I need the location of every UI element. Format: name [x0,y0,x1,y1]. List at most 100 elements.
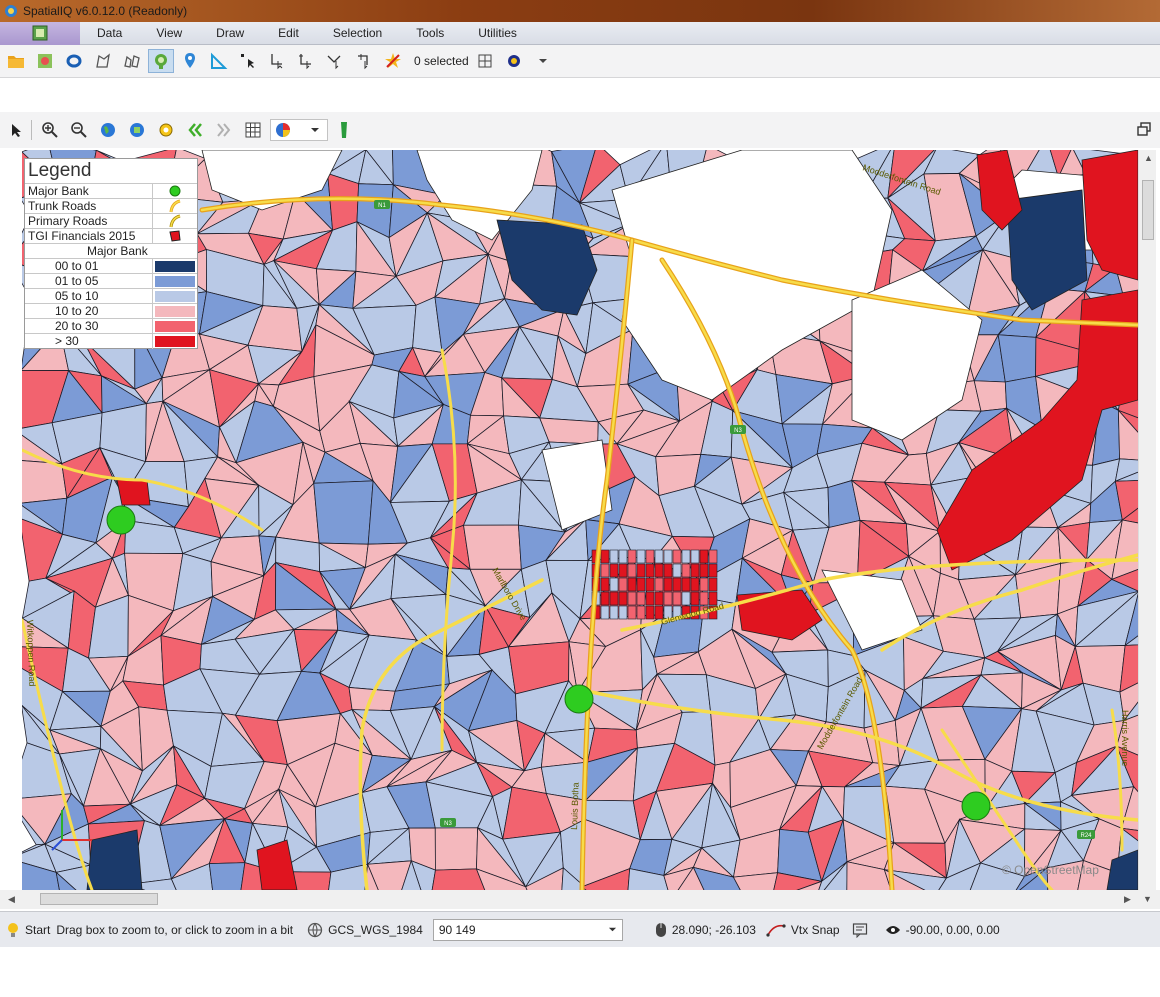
measure-button[interactable] [206,49,232,73]
suburb-polygon[interactable] [699,563,709,578]
suburb-polygon[interactable] [609,605,619,620]
vertical-scrollbar[interactable]: ▲ [1138,150,1156,890]
suburb-polygon[interactable] [690,591,700,606]
toolbar-overflow-button[interactable] [530,49,556,73]
suburb-polygon[interactable] [600,577,610,592]
lasso-select-button[interactable] [61,49,87,73]
suburb-polygon[interactable] [663,563,673,578]
spatial-query-button[interactable] [148,49,174,73]
vertical-scroll-thumb[interactable] [1142,180,1154,240]
menu-draw[interactable]: Draw [199,26,261,40]
horizontal-scrollbar[interactable]: ◀ ▶ ▼ [0,890,1160,909]
suburb-polygon[interactable] [627,563,637,578]
suburb-polygon[interactable] [681,577,691,592]
suburb-polygon[interactable] [681,591,691,606]
suburb-polygon[interactable] [600,605,610,620]
scroll-up-arrow-icon[interactable]: ▲ [1144,153,1153,163]
settings-button[interactable] [501,49,527,73]
menu-data[interactable]: Data [80,26,139,40]
start-status[interactable]: Start [6,922,50,938]
suburb-polygon[interactable] [654,591,664,606]
major-bank-point[interactable] [564,684,594,714]
suburb-polygon[interactable] [699,549,709,564]
scroll-left-arrow-icon[interactable]: ◀ [8,894,15,905]
place-marker-button[interactable] [177,49,203,73]
suburb-polygon[interactable] [609,577,619,592]
suburb-polygon[interactable] [618,605,628,620]
select-by-attribute-button[interactable] [472,49,498,73]
full-extent-button[interactable] [95,118,121,142]
suburb-polygon[interactable] [672,549,682,564]
suburb-polygon[interactable] [313,480,374,545]
previous-extent-button[interactable] [182,118,208,142]
suburb-polygon[interactable] [672,577,682,592]
suburb-polygon[interactable] [708,563,718,578]
suburb-polygon[interactable] [645,605,655,620]
suburb-polygon[interactable] [636,605,646,620]
suburb-polygon[interactable] [627,591,637,606]
suburb-polygon[interactable] [690,577,700,592]
suburb-polygon[interactable] [539,417,599,445]
add-vertex-button[interactable] [293,49,319,73]
suburb-polygon[interactable] [627,605,637,620]
suburb-polygon[interactable] [609,563,619,578]
suburb-polygon[interactable] [681,549,691,564]
zoom-in-button[interactable] [37,118,63,142]
message-status[interactable] [852,922,873,938]
scroll-down-arrow-icon[interactable]: ▼ [1143,894,1152,904]
draw-polygon-button[interactable] [90,49,116,73]
select-vertex-button[interactable] [235,49,261,73]
suburb-polygon[interactable] [618,577,628,592]
refresh-map-button[interactable] [153,118,179,142]
suburb-polygon[interactable] [600,549,610,564]
suburb-polygon[interactable] [627,577,637,592]
suburb-polygon[interactable] [997,334,1037,383]
suburb-polygon[interactable] [627,549,637,564]
suburb-polygon[interactable] [699,577,709,592]
suburb-polygon[interactable] [636,563,646,578]
suburb-polygon[interactable] [654,563,664,578]
suburb-polygon[interactable] [618,563,628,578]
major-bank-point[interactable] [961,791,991,821]
edit-vertices-button[interactable] [264,49,290,73]
menu-edit[interactable]: Edit [261,26,316,40]
street-view-button[interactable] [331,118,357,142]
attribute-table-button[interactable] [240,118,266,142]
suburb-polygon[interactable] [645,591,655,606]
add-map-layer-button[interactable] [32,49,58,73]
application-menu-button[interactable] [0,21,80,45]
pointer-tool-button[interactable] [3,118,29,142]
menu-view[interactable]: View [139,26,199,40]
thematic-style-dropdown[interactable] [270,119,328,141]
restore-window-icon[interactable] [1136,121,1152,137]
suburb-polygon[interactable] [708,549,718,564]
suburb-polygon[interactable] [434,827,479,871]
suburb-polygon[interactable] [645,549,655,564]
suburb-polygon[interactable] [600,563,610,578]
suburb-polygon[interactable] [654,549,664,564]
suburb-polygon[interactable] [663,549,673,564]
horizontal-scroll-thumb[interactable] [40,893,158,905]
suburb-polygon[interactable] [699,591,709,606]
suburb-polygon[interactable] [636,577,646,592]
suburb-polygon[interactable] [672,563,682,578]
zoom-to-layer-button[interactable] [124,118,150,142]
suburb-polygon[interactable] [600,591,610,606]
zoom-out-button[interactable] [66,118,92,142]
suburb-polygon[interactable] [690,549,700,564]
suburb-polygon[interactable] [681,563,691,578]
suburb-polygon[interactable] [645,577,655,592]
split-button[interactable] [351,49,377,73]
suburb-polygon[interactable] [327,172,360,231]
menu-utilities[interactable]: Utilities [461,26,534,40]
suburb-polygon[interactable] [663,591,673,606]
suburb-polygon[interactable] [609,549,619,564]
suburb-polygon[interactable] [618,549,628,564]
suburb-polygon[interactable] [663,577,673,592]
suburb-polygon[interactable] [708,577,718,592]
menu-selection[interactable]: Selection [316,26,399,40]
suburb-polygon[interactable] [636,549,646,564]
projection-status[interactable]: GCS_WGS_1984 [307,922,423,938]
reshape-button[interactable] [322,49,348,73]
scroll-right-arrow-icon[interactable]: ▶ [1124,894,1131,905]
